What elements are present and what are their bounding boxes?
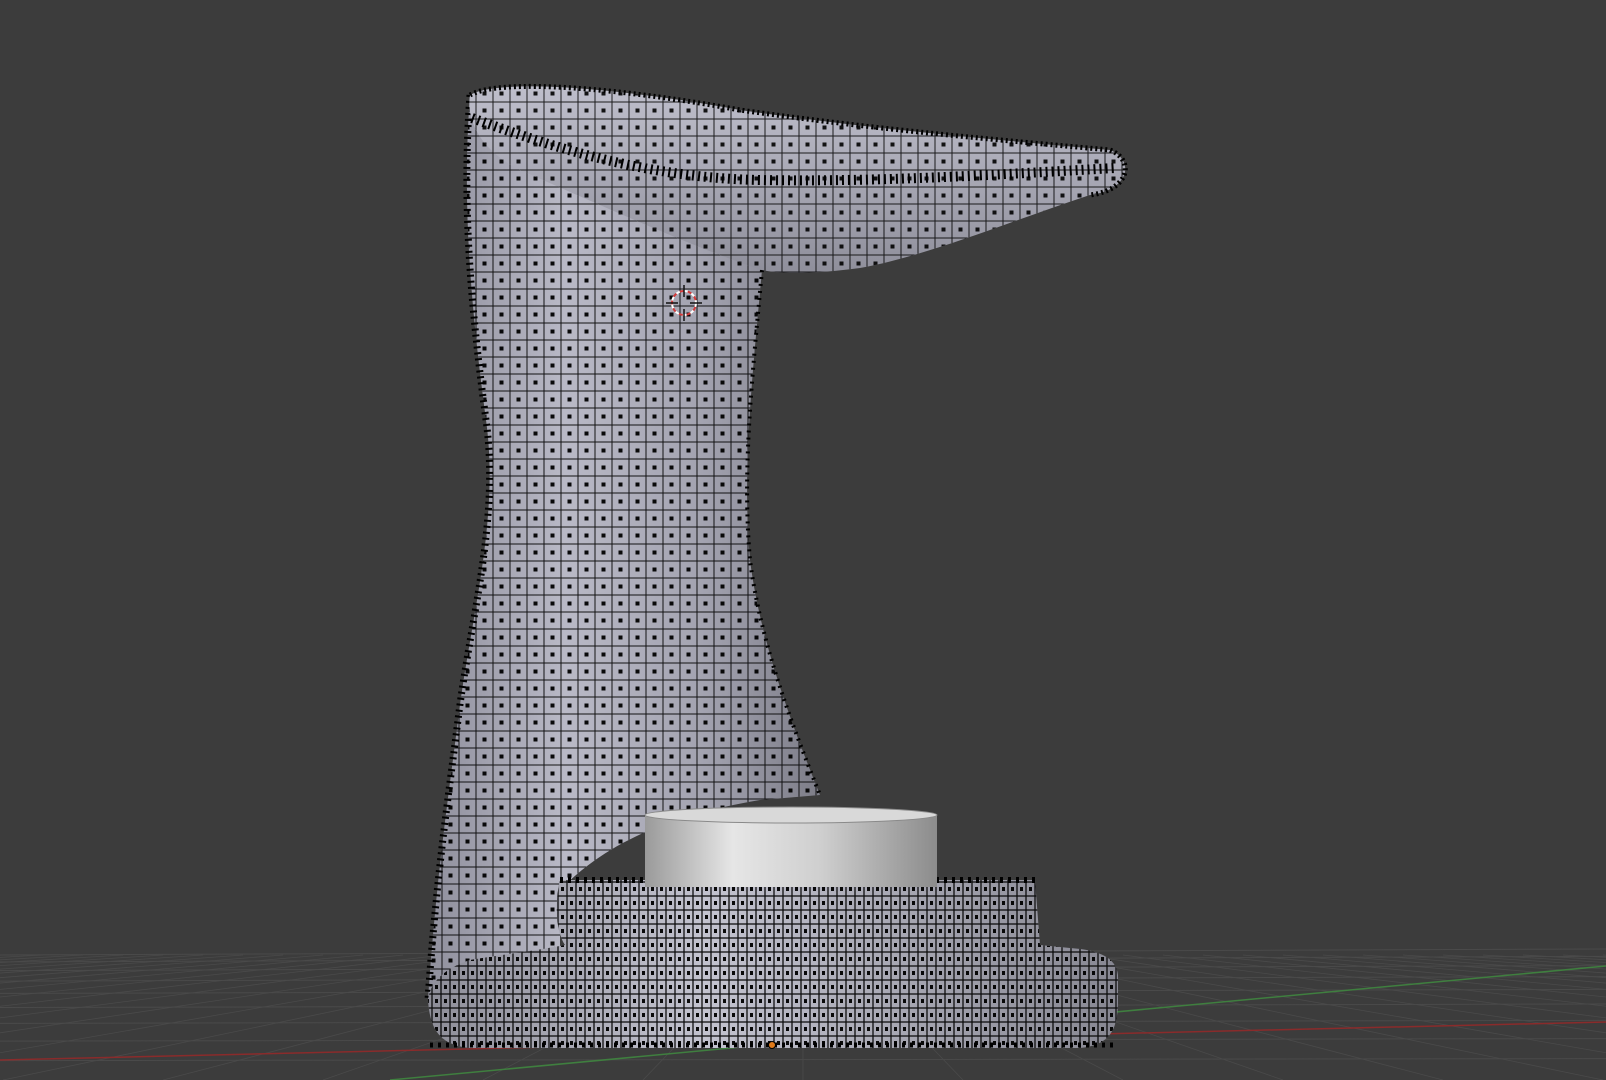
3d-viewport[interactable] <box>0 0 1606 1080</box>
grid-line <box>1122 954 1606 1019</box>
grid-line <box>0 954 44 958</box>
grid-line <box>0 954 244 974</box>
cylinder-insert[interactable] <box>644 806 938 887</box>
stool-mesh[interactable] <box>424 83 1128 1048</box>
grid-line <box>1242 954 1606 990</box>
grid-line <box>1562 954 1606 958</box>
scene-canvas[interactable] <box>0 0 1606 1080</box>
object-origin-icon <box>768 1041 776 1049</box>
grid-line <box>1522 954 1606 961</box>
grid-line <box>1362 954 1606 974</box>
grid-line <box>0 954 84 961</box>
cylinder-side <box>645 815 937 887</box>
cylinder-top <box>644 806 938 824</box>
grid-line <box>0 954 484 1019</box>
grid-line <box>0 954 284 979</box>
grid-line <box>1322 954 1606 979</box>
grid-line <box>0 954 164 967</box>
grid-line <box>0 954 364 990</box>
